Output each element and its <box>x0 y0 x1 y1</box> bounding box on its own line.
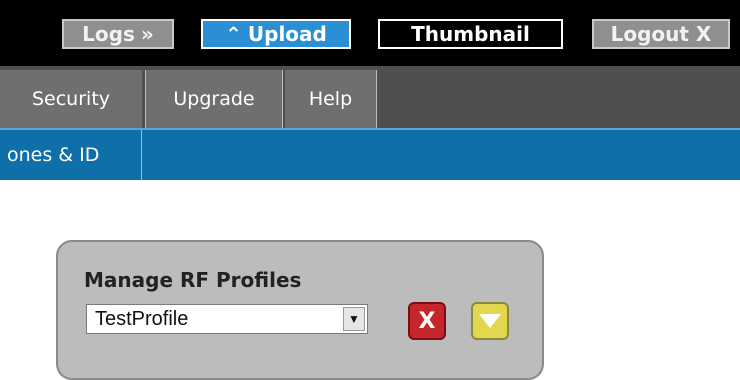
menu-item-label: Help <box>308 88 353 110</box>
menu-item-help[interactable]: Help <box>285 70 377 128</box>
thumbnail-label: Thumbnail <box>411 22 530 46</box>
top-bar: Logs » ⌃ Upload Thumbnail Logout X <box>0 0 740 66</box>
thumbnail-button[interactable]: Thumbnail <box>378 19 563 49</box>
menu-item-label: Upgrade <box>173 88 255 110</box>
menu-item-upgrade[interactable]: Upgrade <box>145 70 283 128</box>
triangle-down-icon <box>477 312 503 329</box>
subnav-item-zones-id[interactable]: ones & ID <box>0 130 142 180</box>
delete-profile-button[interactable]: X <box>408 302 446 340</box>
expand-button[interactable] <box>471 302 509 340</box>
sub-navigation-bar: ones & ID <box>0 128 740 180</box>
upload-label: Upload <box>247 22 327 46</box>
x-icon: X <box>418 308 436 334</box>
logout-button[interactable]: Logout X <box>592 19 730 49</box>
main-menu-bar: Security Upgrade Help <box>0 66 740 128</box>
subnav-item-label: ones & ID <box>7 144 100 166</box>
logs-button[interactable]: Logs » <box>62 19 174 49</box>
double-chevron-right-icon: » <box>140 22 154 46</box>
menu-item-label: Security <box>31 88 111 110</box>
menu-item-security[interactable]: Security <box>0 70 142 128</box>
logout-label: Logout X <box>610 22 712 46</box>
manage-rf-profiles-panel: Manage RF Profiles TestProfile ▼ X <box>56 240 544 380</box>
rf-profile-select-value: TestProfile <box>95 307 189 330</box>
upload-button[interactable]: ⌃ Upload <box>201 19 351 49</box>
double-chevron-up-icon: ⌃ <box>225 22 242 46</box>
chevron-down-icon: ▼ <box>343 307 365 331</box>
rf-profile-select[interactable]: TestProfile ▼ <box>86 304 368 334</box>
logs-label: Logs <box>82 22 135 46</box>
panel-title: Manage RF Profiles <box>84 268 302 292</box>
